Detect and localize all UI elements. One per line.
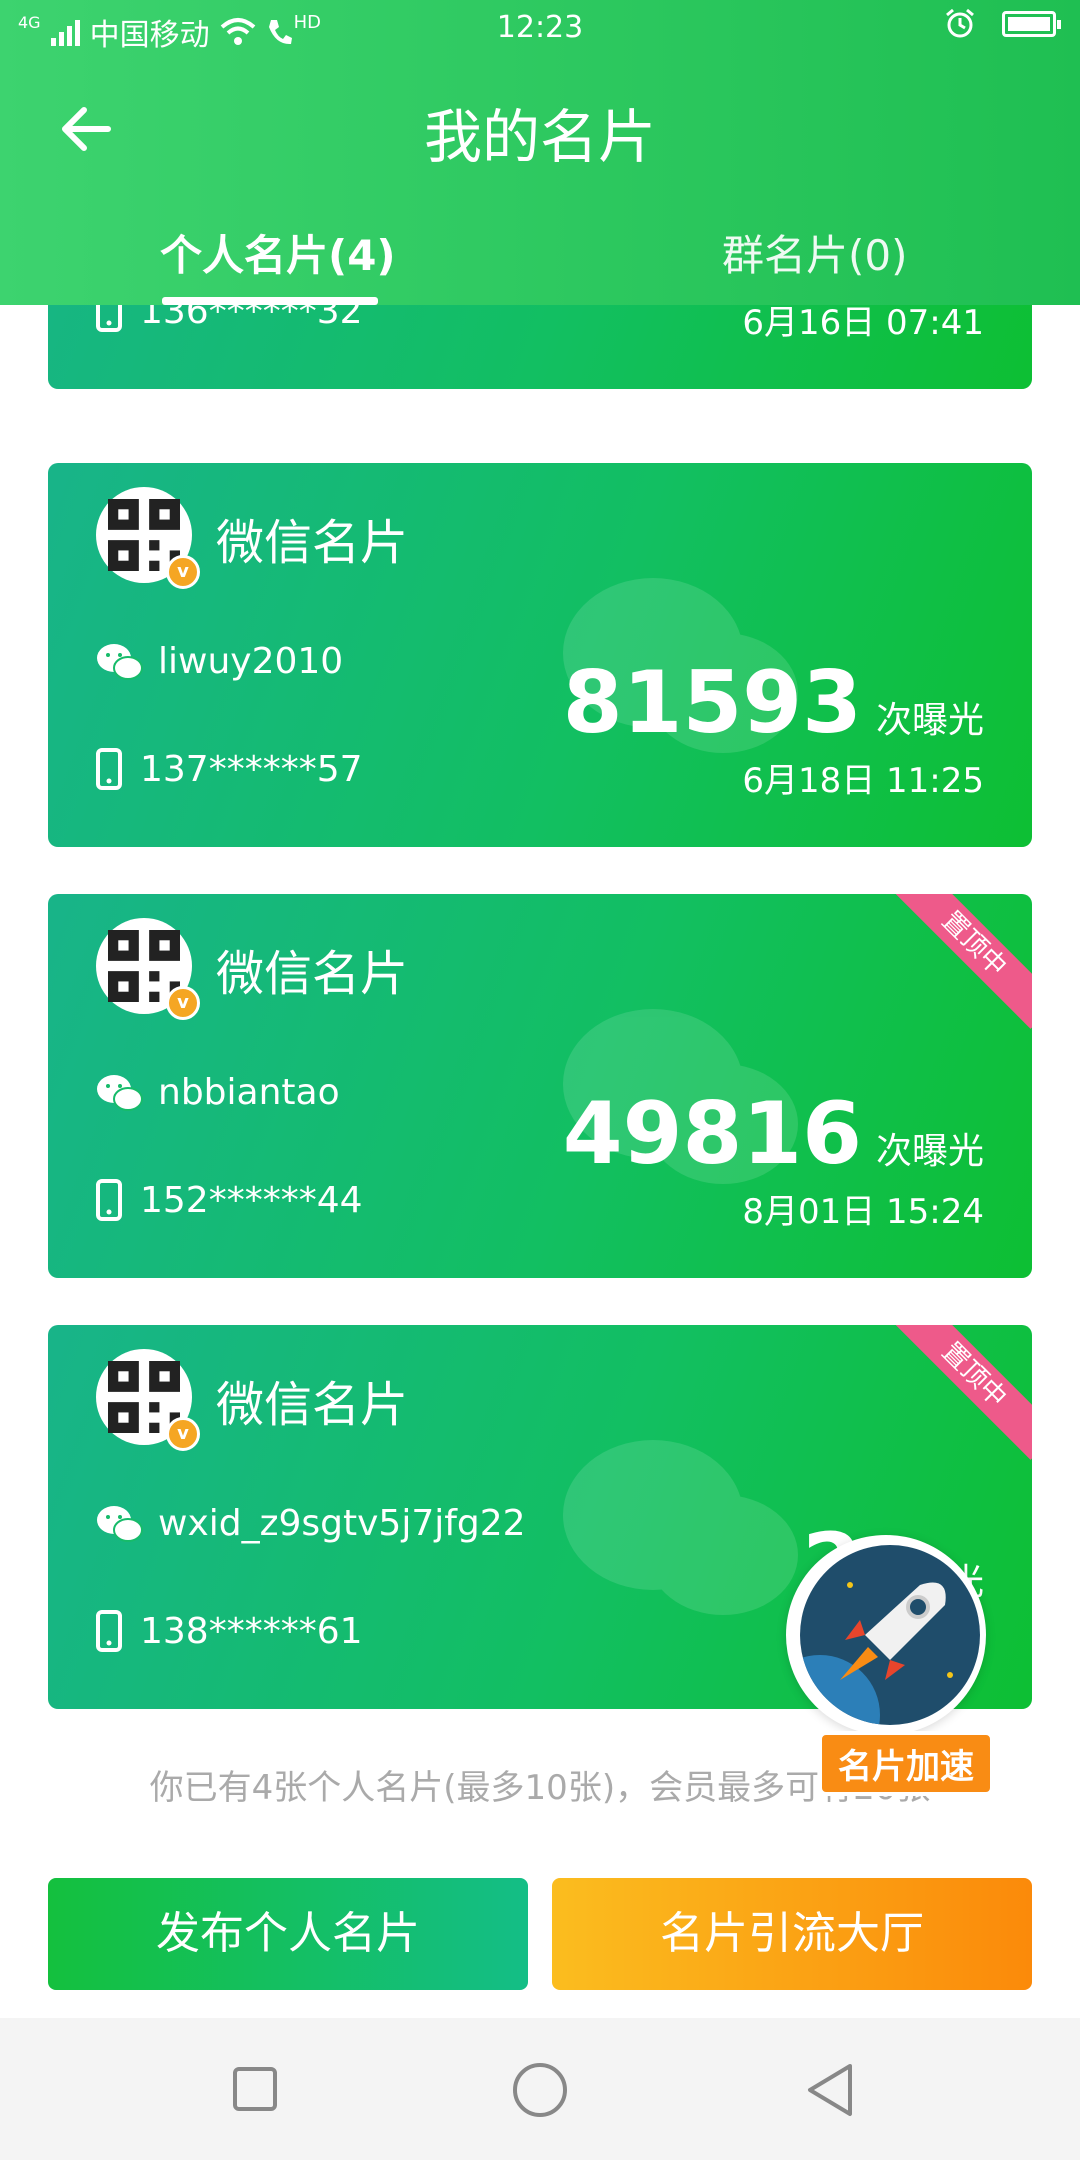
card-title: 微信名片 <box>216 515 409 571</box>
exposure-unit: 次曝光 <box>875 1131 984 1172</box>
tab-personal-cards[interactable]: 个人名片(4) <box>160 222 396 283</box>
phone-row: 136******32 <box>96 305 363 332</box>
wechat-icon <box>97 1505 143 1542</box>
active-tab-indicator <box>162 297 378 305</box>
verified-badge-icon: v <box>166 1417 200 1451</box>
phone-row: 152******44 <box>96 1179 363 1221</box>
phone-icon <box>96 1179 122 1221</box>
phone-number: 138******61 <box>140 1610 363 1652</box>
wechat-id-row: nbbiantao <box>96 1072 340 1113</box>
recents-square-icon[interactable] <box>232 2066 278 2112</box>
phone-icon <box>96 1610 122 1652</box>
publish-card-button[interactable]: 发布个人名片 <box>48 1878 528 1990</box>
phone-number: 136******32 <box>140 305 363 332</box>
wechat-icon <box>97 643 143 680</box>
card-date: 6月18日 11:25 <box>742 761 984 801</box>
exposure-count: 49816 次曝光 <box>563 1084 984 1184</box>
business-card[interactable]: 置顶中 v 微信名片 nbbiantao 49816 次曝光 152******… <box>48 894 1032 1278</box>
exposure-count: 81593 次曝光 <box>563 653 984 753</box>
verified-badge-icon: v <box>166 555 200 589</box>
exposure-number: 81593 <box>562 653 862 753</box>
boost-inner <box>800 1545 980 1725</box>
traffic-hall-button[interactable]: 名片引流大厅 <box>552 1878 1032 1990</box>
exposure-unit: 次曝光 <box>875 700 984 741</box>
wechat-id-row: liwuy2010 <box>96 641 343 682</box>
bottom-actions: 发布个人名片 名片引流大厅 <box>0 1850 1080 2018</box>
boost-button[interactable]: 名片加速 <box>782 1535 1022 1796</box>
boost-circle <box>786 1535 986 1735</box>
wechat-id: wxid_z9sgtv5j7jfg22 <box>158 1503 526 1544</box>
phone-row: 137******57 <box>96 748 363 790</box>
wechat-id: nbbiantao <box>158 1072 340 1113</box>
status-right <box>944 8 1061 40</box>
status-time: 12:23 <box>496 10 584 45</box>
phone-icon <box>96 748 122 790</box>
phone-icon <box>96 305 122 332</box>
phone-row: 138******61 <box>96 1610 363 1652</box>
rocket-icon <box>800 1582 953 1725</box>
card-title: 微信名片 <box>216 1377 409 1433</box>
business-card[interactable]: v 微信名片 liwuy2010 81593 次曝光 137******57 6… <box>48 463 1032 847</box>
battery-icon <box>1002 11 1061 37</box>
wechat-watermark-icon <box>563 1440 798 1615</box>
alarm-icon <box>946 8 974 38</box>
card-date: 6月16日 07:41 <box>742 305 984 343</box>
boost-label: 名片加速 <box>818 1731 994 1796</box>
pinned-ribbon: 置顶中 <box>889 894 1032 1029</box>
wechat-id: liwuy2010 <box>158 641 344 682</box>
pinned-ribbon: 置顶中 <box>889 1325 1032 1460</box>
phone-number: 152******44 <box>140 1179 363 1221</box>
card-title: 微信名片 <box>216 946 409 1002</box>
wechat-icon <box>97 1074 143 1111</box>
business-card-partial[interactable]: 136******32 6月16日 07:41 <box>48 305 1032 389</box>
wechat-id-row: wxid_z9sgtv5j7jfg22 <box>96 1503 526 1544</box>
status-bar: 4G 中国移动 HD 12:23 <box>0 0 1080 58</box>
page-title: 我的名片 <box>423 103 656 171</box>
system-nav-bar <box>0 2018 1080 2160</box>
phone-number: 137******57 <box>140 748 363 790</box>
exposure-number: 49816 <box>562 1084 862 1184</box>
home-circle-icon[interactable] <box>512 2062 568 2118</box>
tab-group-cards[interactable]: 群名片(0) <box>722 222 908 283</box>
back-triangle-icon[interactable] <box>804 2062 856 2118</box>
card-date: 8月01日 15:24 <box>742 1192 984 1232</box>
verified-badge-icon: v <box>166 986 200 1020</box>
app-header: 4G 中国移动 HD 12:23 我的名片 个人名片(4) 群名片(0) <box>0 0 1080 305</box>
